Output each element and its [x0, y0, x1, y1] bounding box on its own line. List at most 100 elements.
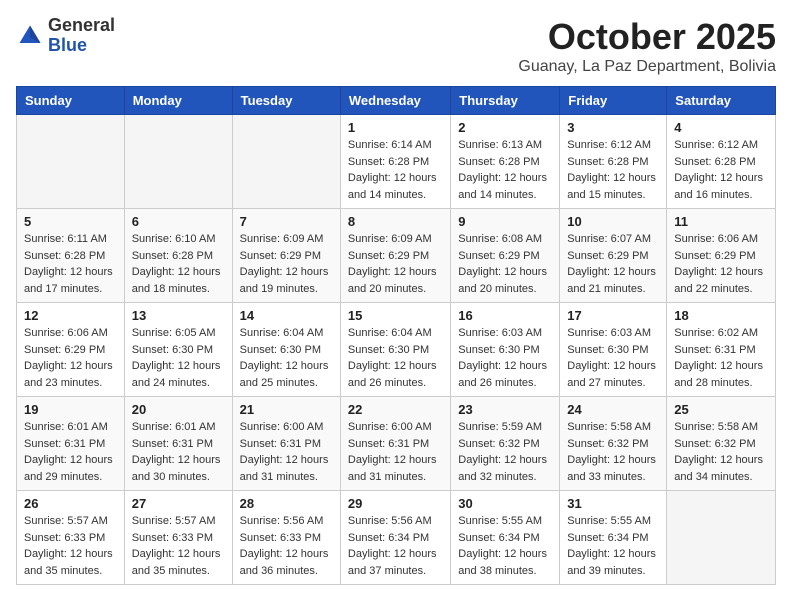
calendar-cell: 12 Sunrise: 6:06 AMSunset: 6:29 PMDayligh… — [17, 303, 125, 397]
calendar-cell: 29 Sunrise: 5:56 AMSunset: 6:34 PMDayligh… — [340, 491, 450, 585]
calendar-cell: 16Sunrise: 6:03 AMSunset: 6:30 PMDayligh… — [451, 303, 560, 397]
calendar-cell: 17 Sunrise: 6:03 AMSunset: 6:30 PMDayligh… — [560, 303, 667, 397]
calendar-cell: 26 Sunrise: 5:57 AMSunset: 6:33 PMDayligh… — [17, 491, 125, 585]
calendar-cell: 13 Sunrise: 6:05 AMSunset: 6:30 PMDayligh… — [124, 303, 232, 397]
day-info: Sunrise: 6:04 AMSunset: 6:30 PMDaylight:… — [240, 325, 333, 391]
calendar-cell: 2Sunrise: 6:13 AMSunset: 6:28 PMDaylight… — [451, 115, 560, 209]
calendar-cell: 10Sunrise: 6:07 AMSunset: 6:29 PMDayligh… — [560, 209, 667, 303]
day-number: 5 — [24, 214, 117, 229]
day-number: 7 — [240, 214, 333, 229]
calendar-cell: 4Sunrise: 6:12 AMSunset: 6:28 PMDaylight… — [667, 115, 776, 209]
day-number: 2 — [458, 120, 552, 135]
day-info: Sunrise: 6:05 AMSunset: 6:30 PMDaylight:… — [132, 325, 225, 391]
calendar-cell: 1 Sunrise: 6:14 AMSunset: 6:28 PMDaylight… — [340, 115, 450, 209]
day-number: 18 — [674, 308, 768, 323]
day-info: Sunrise: 6:01 AMSunset: 6:31 PMDaylight:… — [24, 419, 117, 485]
day-info: Sunrise: 6:02 AMSunset: 6:31 PMDaylight:… — [674, 325, 768, 391]
logo-blue-text: Blue — [48, 36, 115, 56]
day-number: 13 — [132, 308, 225, 323]
day-info: Sunrise: 5:55 AMSunset: 6:34 PMDaylight:… — [458, 513, 552, 579]
calendar-cell — [232, 115, 340, 209]
calendar-cell: 24Sunrise: 5:58 AMSunset: 6:32 PMDayligh… — [560, 397, 667, 491]
calendar-cell: 3 Sunrise: 6:12 AMSunset: 6:28 PMDaylight… — [560, 115, 667, 209]
logo-text: General Blue — [48, 16, 115, 56]
day-of-week-header: Friday — [560, 87, 667, 115]
calendar-cell: 5 Sunrise: 6:11 AMSunset: 6:28 PMDaylight… — [17, 209, 125, 303]
day-number: 3 — [567, 120, 659, 135]
day-info: Sunrise: 6:09 AMSunset: 6:29 PMDaylight:… — [348, 231, 443, 297]
day-number: 24 — [567, 402, 659, 417]
calendar-cell: 22 Sunrise: 6:00 AMSunset: 6:31 PMDayligh… — [340, 397, 450, 491]
calendar-cell: 31 Sunrise: 5:55 AMSunset: 6:34 PMDayligh… — [560, 491, 667, 585]
calendar-cell: 14 Sunrise: 6:04 AMSunset: 6:30 PMDayligh… — [232, 303, 340, 397]
calendar-cell: 20 Sunrise: 6:01 AMSunset: 6:31 PMDayligh… — [124, 397, 232, 491]
day-number: 25 — [674, 402, 768, 417]
day-info: Sunrise: 6:09 AMSunset: 6:29 PMDaylight:… — [240, 231, 333, 297]
day-number: 20 — [132, 402, 225, 417]
logo-general-text: General — [48, 16, 115, 36]
logo: General Blue — [16, 16, 115, 56]
day-info: Sunrise: 6:07 AMSunset: 6:29 PMDaylight:… — [567, 231, 659, 297]
calendar-cell: 30 Sunrise: 5:55 AMSunset: 6:34 PMDayligh… — [451, 491, 560, 585]
calendar-week-row: 19Sunrise: 6:01 AMSunset: 6:31 PMDayligh… — [17, 397, 776, 491]
day-of-week-header: Tuesday — [232, 87, 340, 115]
day-info: Sunrise: 6:03 AMSunset: 6:30 PMDaylight:… — [458, 325, 552, 391]
day-info: Sunrise: 6:01 AMSunset: 6:31 PMDaylight:… — [132, 419, 225, 485]
day-number: 1 — [348, 120, 443, 135]
day-info: Sunrise: 5:58 AMSunset: 6:32 PMDaylight:… — [674, 419, 768, 485]
day-number: 22 — [348, 402, 443, 417]
day-info: Sunrise: 5:56 AMSunset: 6:34 PMDaylight:… — [348, 513, 443, 579]
day-info: Sunrise: 6:00 AMSunset: 6:31 PMDaylight:… — [348, 419, 443, 485]
day-number: 28 — [240, 496, 333, 511]
day-number: 29 — [348, 496, 443, 511]
calendar-week-row: 5 Sunrise: 6:11 AMSunset: 6:28 PMDaylight… — [17, 209, 776, 303]
day-info: Sunrise: 6:14 AMSunset: 6:28 PMDaylight:… — [348, 137, 443, 203]
day-info: Sunrise: 6:11 AMSunset: 6:28 PMDaylight:… — [24, 231, 117, 297]
calendar-table: SundayMondayTuesdayWednesdayThursdayFrid… — [16, 86, 776, 585]
calendar-cell: 23Sunrise: 5:59 AMSunset: 6:32 PMDayligh… — [451, 397, 560, 491]
day-info: Sunrise: 5:57 AMSunset: 6:33 PMDaylight:… — [24, 513, 117, 579]
day-number: 6 — [132, 214, 225, 229]
location-title: Guanay, La Paz Department, Bolivia — [518, 58, 776, 76]
day-number: 11 — [674, 214, 768, 229]
calendar-week-row: 1 Sunrise: 6:14 AMSunset: 6:28 PMDaylight… — [17, 115, 776, 209]
day-of-week-header: Thursday — [451, 87, 560, 115]
day-number: 21 — [240, 402, 333, 417]
calendar-cell: 28Sunrise: 5:56 AMSunset: 6:33 PMDayligh… — [232, 491, 340, 585]
calendar-cell: 25 Sunrise: 5:58 AMSunset: 6:32 PMDayligh… — [667, 397, 776, 491]
day-info: Sunrise: 6:04 AMSunset: 6:30 PMDaylight:… — [348, 325, 443, 391]
calendar-cell: 9Sunrise: 6:08 AMSunset: 6:29 PMDaylight… — [451, 209, 560, 303]
day-info: Sunrise: 5:55 AMSunset: 6:34 PMDaylight:… — [567, 513, 659, 579]
day-info: Sunrise: 5:57 AMSunset: 6:33 PMDaylight:… — [132, 513, 225, 579]
day-info: Sunrise: 6:06 AMSunset: 6:29 PMDaylight:… — [24, 325, 117, 391]
calendar-cell — [124, 115, 232, 209]
calendar-cell: 19Sunrise: 6:01 AMSunset: 6:31 PMDayligh… — [17, 397, 125, 491]
day-number: 8 — [348, 214, 443, 229]
calendar-cell: 15 Sunrise: 6:04 AMSunset: 6:30 PMDayligh… — [340, 303, 450, 397]
day-of-week-header: Monday — [124, 87, 232, 115]
calendar-week-row: 26 Sunrise: 5:57 AMSunset: 6:33 PMDayligh… — [17, 491, 776, 585]
day-number: 17 — [567, 308, 659, 323]
day-number: 27 — [132, 496, 225, 511]
day-number: 15 — [348, 308, 443, 323]
day-info: Sunrise: 6:03 AMSunset: 6:30 PMDaylight:… — [567, 325, 659, 391]
day-number: 23 — [458, 402, 552, 417]
day-number: 30 — [458, 496, 552, 511]
calendar-cell — [667, 491, 776, 585]
calendar-cell: 6 Sunrise: 6:10 AMSunset: 6:28 PMDaylight… — [124, 209, 232, 303]
calendar-header-row: SundayMondayTuesdayWednesdayThursdayFrid… — [17, 87, 776, 115]
calendar-week-row: 12 Sunrise: 6:06 AMSunset: 6:29 PMDayligh… — [17, 303, 776, 397]
day-of-week-header: Wednesday — [340, 87, 450, 115]
day-info: Sunrise: 6:10 AMSunset: 6:28 PMDaylight:… — [132, 231, 225, 297]
day-number: 14 — [240, 308, 333, 323]
day-of-week-header: Sunday — [17, 87, 125, 115]
day-info: Sunrise: 6:12 AMSunset: 6:28 PMDaylight:… — [567, 137, 659, 203]
day-info: Sunrise: 6:06 AMSunset: 6:29 PMDaylight:… — [674, 231, 768, 297]
day-number: 31 — [567, 496, 659, 511]
calendar-cell: 21Sunrise: 6:00 AMSunset: 6:31 PMDayligh… — [232, 397, 340, 491]
day-number: 12 — [24, 308, 117, 323]
day-number: 26 — [24, 496, 117, 511]
calendar-cell: 7 Sunrise: 6:09 AMSunset: 6:29 PMDaylight… — [232, 209, 340, 303]
day-number: 9 — [458, 214, 552, 229]
day-info: Sunrise: 6:12 AMSunset: 6:28 PMDaylight:… — [674, 137, 768, 203]
